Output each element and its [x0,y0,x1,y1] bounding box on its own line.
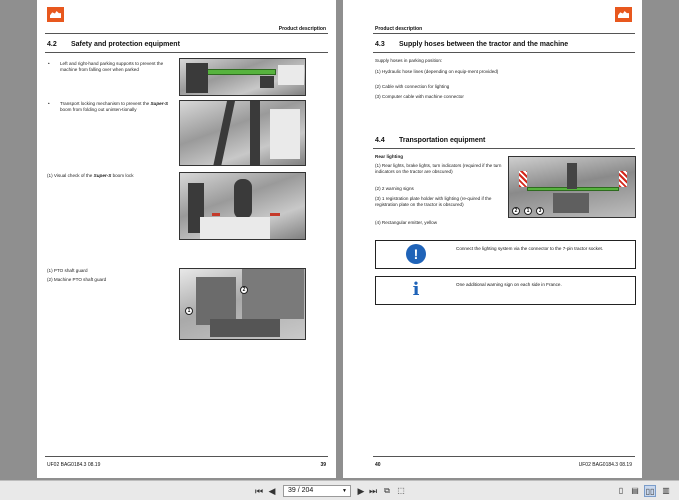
page-number: 39 [320,462,326,468]
callout-1: 1 [185,307,193,315]
page-header: Product description [375,26,423,32]
page-39: Product description 4.2 Safety and protec… [37,0,336,478]
rear-lighting-heading: Rear lighting [375,154,404,159]
hoses-intro: Supply hoses in parking position: [375,58,443,63]
light-item-4: (4) Rectangular emitter, yellow [375,220,438,225]
note-france-warning: One additional warning sign on each side… [456,282,562,287]
item1-text-b: boom lock [112,173,134,178]
pto-item-2: (2) Machine PTO shaft guard [47,277,107,282]
section-heading: Supply hoses between the tractor and the… [399,41,569,48]
page-number-select[interactable]: 39 / 204 ▼ [283,485,351,497]
callout-2: 2 [240,286,248,294]
boom-lock-photo [179,172,306,240]
document-viewport[interactable]: Product description 4.2 Safety and protec… [0,0,679,480]
section-number: 4.3 [375,41,385,48]
page-number: 40 [375,462,381,468]
transport-lock-photo [179,100,306,166]
section-rule [45,52,328,53]
bullet-transport-lock: Transport locking mechanism to prevent t… [48,101,172,113]
light-item-2: (2) 2 warning signs [375,186,414,191]
page-header: Product description [278,26,326,32]
header-rule [373,33,635,34]
previous-page-icon[interactable]: ◀ [267,485,277,497]
next-page-icon[interactable]: ▶ [356,485,366,497]
page-number-display: 39 / 204 [288,487,314,494]
note-info: i One additional warning sign on each si… [375,276,636,305]
footer-docref: UF02 BAG0184.3 08.19 [47,462,101,468]
brand-logo-icon [615,7,632,22]
callout-2: 2 [512,207,520,215]
bullet-parking-supports: Left and right-hand parking supports to … [48,61,170,73]
pto-item-1: (1) PTO shaft guard [47,268,88,273]
section-heading: Safety and protection equipment [71,41,180,48]
single-page-view-icon[interactable]: ▯ [616,485,626,497]
bullet2-text-a: Transport locking mechanism to prevent t… [60,101,150,106]
fit-width-icon[interactable]: ⬚ [396,485,406,497]
header-rule [45,33,328,34]
section-rule [373,148,635,149]
hose-item-2: (2) Cable with connection for lighting [375,84,450,89]
brand-logo-icon [47,7,64,22]
section-number: 4.2 [47,41,57,48]
continuous-view-icon[interactable]: ▤ [630,485,640,497]
footer-docref: UF02 BAG0184.3 08.19 [578,462,632,468]
note-lighting-connector: Connect the lighting system via the conn… [456,246,604,251]
hose-item-1: (1) Hydraulic hose lines (depending on e… [375,69,499,74]
page-40: Product description 4.3 Supply hoses betw… [343,0,642,478]
note-important: ! Connect the lighting system via the co… [375,240,636,269]
two-page-continuous-icon[interactable]: ▥ [660,485,672,497]
section-number: 4.4 [375,137,385,144]
fit-page-icon[interactable]: ⧉ [382,485,392,497]
viewer-toolbar: ⏮ ◀ 39 / 204 ▼ ▶ ⏭ ⧉ ⬚ ▯ ▤ ▯▯ ▥ [0,480,679,500]
first-page-icon[interactable]: ⏮ [254,485,264,497]
pto-guard-photo [179,268,306,340]
section-title: 4.2 Safety and protection equipment [47,41,180,48]
bullet2-text-b: boom from folding out uninten-tionally [60,107,137,112]
super-s-brand: Super-S [150,101,169,106]
section-title-4-3: 4.3 Supply hoses between the tractor and … [375,41,568,48]
two-page-view-icon[interactable]: ▯▯ [644,485,656,497]
info-icon: i [406,280,426,300]
hose-item-3: (3) Computer cable with machine connecto… [375,94,464,99]
light-item-3: (3) 1 registration plate holder with lig… [375,196,492,207]
parking-support-photo [179,58,306,96]
section-title-4-4: 4.4 Transportation equipment [375,137,485,144]
callout-1: 1 [524,207,532,215]
chevron-down-icon: ▼ [342,488,347,494]
callout-3: 3 [536,207,544,215]
last-page-icon[interactable]: ⏭ [368,485,378,497]
light-item-1: (1) Rear lights, brake lights, turn indi… [375,163,502,174]
item1-text-a: (1) Visual check of the [47,173,93,178]
section-heading: Transportation equipment [399,137,486,144]
section-rule [373,52,635,53]
exclamation-icon: ! [406,244,426,264]
super-s-brand-2: Super-S [93,173,112,178]
item-visual-check: (1) Visual check of the Super-S boom loc… [47,173,177,179]
footer-rule [373,456,635,457]
footer-rule [45,456,328,457]
